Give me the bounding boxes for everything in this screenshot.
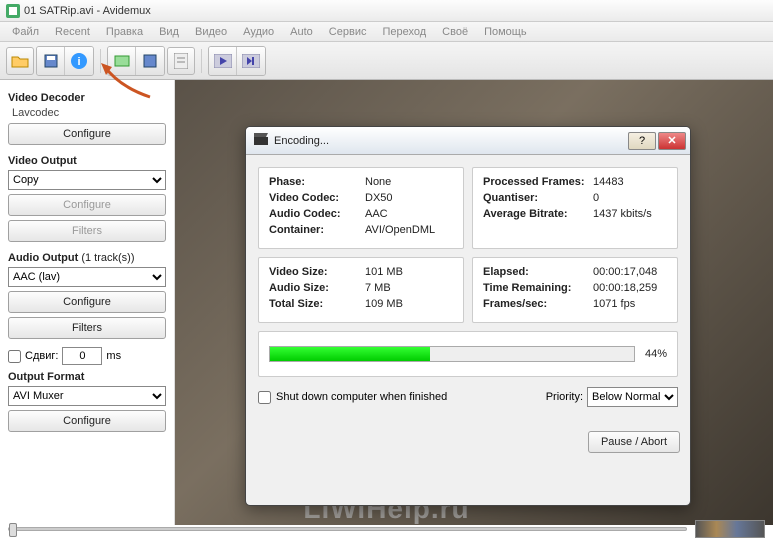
dialog-close-button[interactable]: ✕ bbox=[658, 132, 686, 150]
shift-input[interactable] bbox=[62, 347, 102, 365]
calculator-button[interactable] bbox=[167, 47, 195, 75]
decoder-configure-button[interactable]: Configure bbox=[8, 123, 166, 145]
dialog-titlebar: Encoding... ? ✕ bbox=[246, 127, 690, 155]
info-button[interactable]: i bbox=[65, 47, 93, 75]
play-button[interactable] bbox=[209, 47, 237, 75]
codec-panel: Phase:None Video Codec:DX50 Audio Codec:… bbox=[258, 167, 464, 249]
shutdown-label: Shut down computer when finished bbox=[276, 391, 447, 403]
menu-recent[interactable]: Recent bbox=[47, 26, 98, 38]
progress-fill bbox=[270, 347, 430, 361]
audio-filters-button[interactable]: Filters bbox=[8, 317, 166, 339]
dialog-help-button[interactable]: ? bbox=[628, 132, 656, 150]
progress-percent: 44% bbox=[645, 348, 667, 360]
slider-thumb[interactable] bbox=[9, 523, 17, 537]
window-title: 01 SATRip.avi - Avidemux bbox=[24, 5, 151, 17]
titlebar: 01 SATRip.avi - Avidemux bbox=[0, 0, 773, 22]
project-group bbox=[107, 46, 165, 76]
output-format-select[interactable]: AVI Muxer bbox=[8, 386, 166, 406]
time-panel: Elapsed:00:00:17,048 Time Remaining:00:0… bbox=[472, 257, 678, 323]
svg-text:i: i bbox=[77, 56, 80, 68]
menubar: Файл Recent Правка Вид Видео Аудио Auto … bbox=[0, 22, 773, 42]
video-filters-button: Filters bbox=[8, 220, 166, 242]
progress-bar bbox=[269, 346, 635, 362]
toolbar: i bbox=[0, 42, 773, 80]
pause-abort-button[interactable]: Pause / Abort bbox=[588, 431, 680, 453]
audio-output-title: Audio Output (1 track(s)) bbox=[8, 252, 166, 264]
video-decoder-codec: Lavcodec bbox=[8, 107, 166, 119]
frames-panel: Processed Frames:14483 Quantiser:0 Avera… bbox=[472, 167, 678, 249]
video-configure-button: Configure bbox=[8, 194, 166, 216]
clapper-icon bbox=[254, 133, 268, 148]
size-panel: Video Size:101 MB Audio Size:7 MB Total … bbox=[258, 257, 464, 323]
toolbar-separator bbox=[100, 49, 101, 73]
app-icon bbox=[6, 4, 20, 18]
audio-configure-button[interactable]: Configure bbox=[8, 291, 166, 313]
shift-label: Сдвиг: bbox=[25, 350, 58, 362]
priority-label: Priority: bbox=[546, 391, 583, 403]
shift-checkbox[interactable] bbox=[8, 350, 21, 363]
save-project-button[interactable] bbox=[136, 47, 164, 75]
open-button[interactable] bbox=[6, 47, 34, 75]
menu-audio[interactable]: Аудио bbox=[235, 26, 282, 38]
menu-help[interactable]: Помощь bbox=[476, 26, 535, 38]
timeline-slider[interactable] bbox=[8, 527, 687, 531]
menu-edit[interactable]: Правка bbox=[98, 26, 151, 38]
open-project-button[interactable] bbox=[108, 47, 136, 75]
menu-video[interactable]: Видео bbox=[187, 26, 235, 38]
play-group bbox=[208, 46, 266, 76]
clip-preview-bar bbox=[695, 520, 765, 538]
save-button[interactable] bbox=[37, 47, 65, 75]
menu-goto[interactable]: Переход bbox=[374, 26, 434, 38]
output-format-title: Output Format bbox=[8, 371, 166, 383]
format-configure-button[interactable]: Configure bbox=[8, 410, 166, 432]
video-decoder-title: Video Decoder bbox=[8, 92, 166, 104]
shutdown-checkbox[interactable] bbox=[258, 391, 271, 404]
menu-service[interactable]: Сервис bbox=[321, 26, 375, 38]
menu-custom[interactable]: Своё bbox=[434, 26, 476, 38]
audio-output-select[interactable]: AAC (lav) bbox=[8, 267, 166, 287]
sidebar: Video Decoder Lavcodec Configure Video O… bbox=[0, 80, 175, 525]
play-filtered-button[interactable] bbox=[237, 47, 265, 75]
dialog-title: Encoding... bbox=[274, 135, 628, 147]
toolbar-separator-2 bbox=[201, 49, 202, 73]
progress-panel: 44% bbox=[258, 331, 678, 377]
shift-unit: ms bbox=[106, 350, 121, 362]
priority-select[interactable]: Below Normal bbox=[587, 387, 678, 407]
menu-view[interactable]: Вид bbox=[151, 26, 187, 38]
video-output-select[interactable]: Copy bbox=[8, 170, 166, 190]
video-output-title: Video Output bbox=[8, 155, 166, 167]
menu-file[interactable]: Файл bbox=[4, 26, 47, 38]
encoding-dialog: Encoding... ? ✕ Phase:None Video Codec:D… bbox=[245, 126, 691, 506]
menu-auto[interactable]: Auto bbox=[282, 26, 321, 38]
save-info-group: i bbox=[36, 46, 94, 76]
